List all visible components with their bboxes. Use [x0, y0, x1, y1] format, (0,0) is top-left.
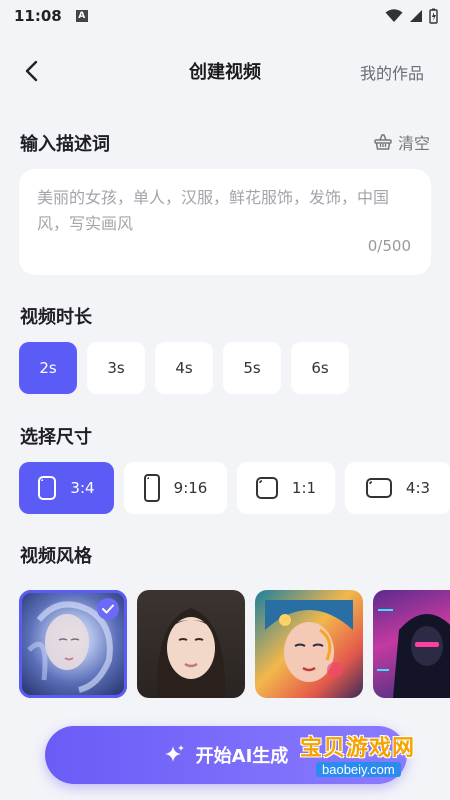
style-card-ethereal[interactable] — [19, 590, 127, 698]
size-label: 1:1 — [291, 479, 317, 497]
clear-label: 清空 — [397, 134, 430, 153]
selected-check-icon — [97, 598, 119, 620]
status-time: 11:08 — [14, 7, 62, 25]
portrait-frame-icon — [38, 476, 57, 500]
page-title: 创建视频 — [189, 62, 261, 83]
size-option-4-3[interactable]: 4:3 — [345, 462, 450, 514]
duration-option-5s[interactable]: 5s — [223, 342, 281, 394]
duration-section-title: 视频时长 — [20, 307, 92, 328]
tall-frame-icon — [143, 474, 160, 502]
prompt-placeholder: 美丽的女孩，单人，汉服，鲜花服饰，发饰，中国风，写实画风 — [37, 188, 390, 233]
char-counter: 0/500 — [367, 237, 411, 255]
prompt-section-title: 输入描述词 — [20, 134, 110, 155]
size-option-1-1[interactable]: 1:1 — [237, 462, 335, 514]
size-option-3-4[interactable]: 3:4 — [19, 462, 114, 514]
size-section-title: 选择尺寸 — [20, 427, 92, 448]
landscape-frame-icon — [365, 478, 392, 498]
duration-option-3s[interactable]: 3s — [87, 342, 145, 394]
colorful-portrait-image — [265, 600, 353, 682]
wifi-icon — [385, 9, 403, 22]
watermark-main-text: 宝贝游戏网 — [300, 736, 416, 761]
size-label: 3:4 — [70, 479, 95, 497]
site-watermark: 宝贝游戏网 baobeiy.com — [296, 718, 424, 780]
sparkle-icon — [164, 745, 184, 762]
size-label: 4:3 — [405, 479, 431, 497]
back-button[interactable] — [16, 56, 46, 86]
style-card-realistic[interactable] — [137, 590, 245, 698]
battery-icon — [429, 8, 438, 24]
prompt-input[interactable]: 美丽的女孩，单人，汉服，鲜花服饰，发饰，中国风，写实画风 0/500 — [19, 169, 431, 275]
size-option-9-16[interactable]: 9:16 — [124, 462, 227, 514]
chevron-left-icon — [25, 60, 38, 82]
cyberpunk-portrait-image — [377, 609, 450, 698]
clear-button[interactable]: 清空 — [374, 130, 430, 154]
signal-icon — [410, 10, 422, 22]
my-works-link[interactable]: 我的作品 — [360, 60, 424, 84]
watermark-url: baobeiy.com — [316, 762, 401, 777]
duration-option-4s[interactable]: 4s — [155, 342, 213, 394]
realistic-portrait-image — [156, 608, 226, 698]
start-generate-label: 开始AI生成 — [195, 746, 289, 767]
size-label: 9:16 — [173, 479, 208, 497]
duration-options: 2s 3s 4s 5s 6s — [19, 342, 349, 394]
status-icons — [385, 8, 438, 24]
basket-icon — [374, 134, 392, 150]
style-card-cyberpunk[interactable] — [373, 590, 450, 698]
style-section-title: 视频风格 — [20, 546, 92, 567]
style-options — [19, 590, 450, 698]
square-frame-icon — [255, 477, 278, 499]
duration-option-2s[interactable]: 2s — [19, 342, 77, 394]
style-card-colorful[interactable] — [255, 590, 363, 698]
duration-option-6s[interactable]: 6s — [291, 342, 349, 394]
status-bar: 11:08 A — [0, 0, 450, 32]
size-options: 3:4 9:16 1:1 4:3 — [19, 462, 450, 514]
app-header: 创建视频 我的作品 — [0, 48, 450, 94]
notification-icon: A — [75, 10, 88, 22]
